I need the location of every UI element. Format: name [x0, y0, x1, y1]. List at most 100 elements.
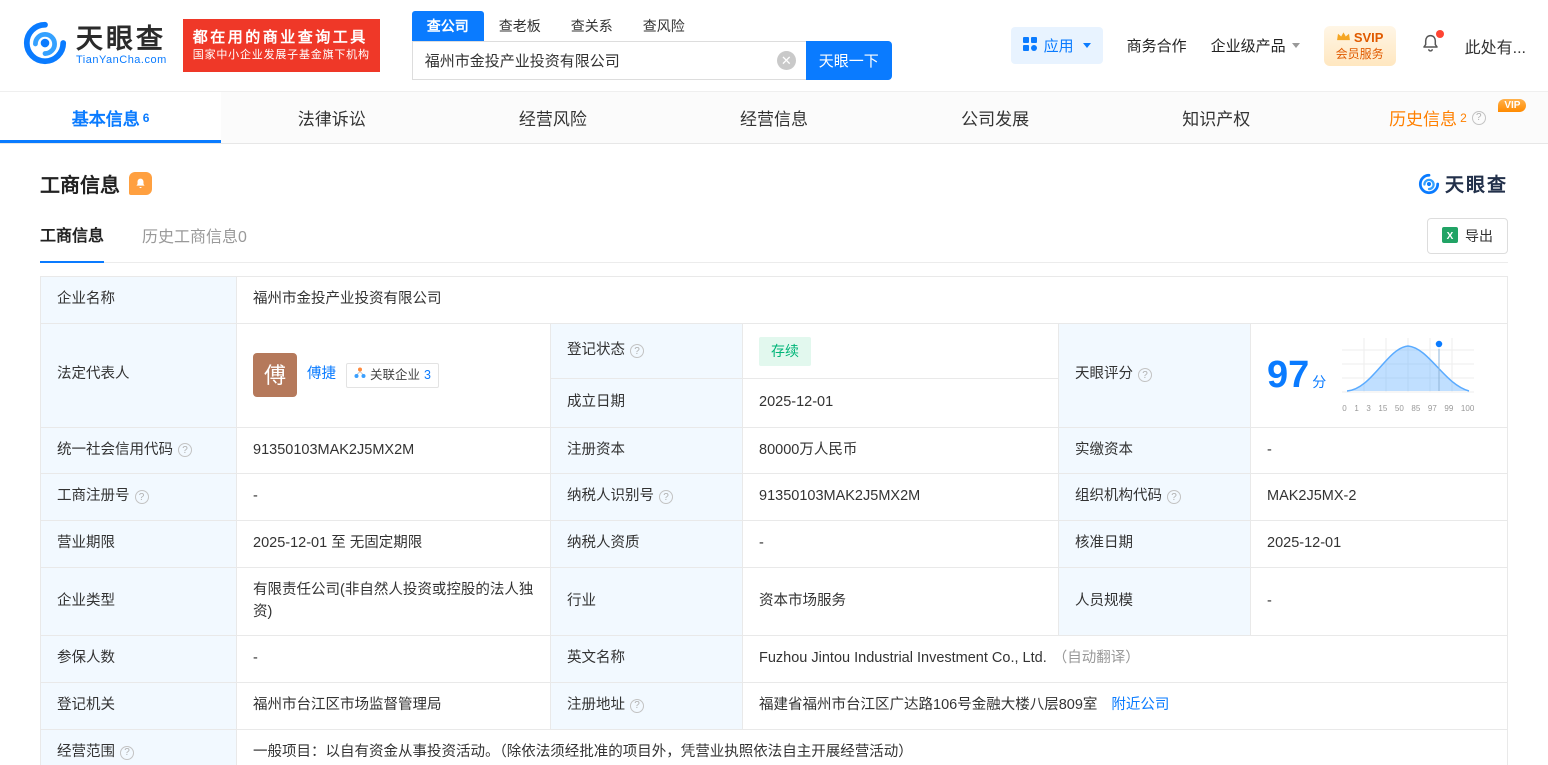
search-area: 查公司 查老板 查关系 查风险 ✕ 天眼一下	[411, 11, 892, 80]
score-label: 天眼评分 ?	[1058, 322, 1251, 428]
reg-capital-value: 80000万人民币	[742, 426, 1059, 475]
table-row: 经营范围 ? 一般项目：以自有资金从事投资活动。（除依法须经批准的项目外，凭营业…	[40, 728, 1508, 765]
approval-date-label: 核准日期	[1058, 520, 1251, 568]
search-tab-risk[interactable]: 查风险	[628, 11, 700, 41]
legal-rep-name-link[interactable]: 傅捷	[307, 364, 336, 386]
reg-number-value: -	[236, 473, 551, 521]
chevron-down-icon	[1291, 43, 1300, 48]
tianyancha-watermark-icon	[1418, 173, 1440, 194]
search-tab-relation[interactable]: 查关系	[556, 11, 628, 41]
tab-operation-info[interactable]: 经营信息	[663, 92, 884, 143]
info-icon[interactable]: ?	[178, 443, 192, 458]
notification-dot	[1435, 29, 1444, 38]
english-name-label: 英文名称	[550, 635, 743, 683]
excel-icon: X	[1442, 226, 1458, 246]
reg-authority-label: 登记机关	[40, 682, 237, 730]
export-button[interactable]: X 导出	[1427, 218, 1508, 254]
tab-history-info[interactable]: VIP 历史信息 2 ?	[1327, 92, 1548, 143]
business-term-value: 2025-12-01 至 无固定期限	[236, 520, 551, 568]
org-network-icon	[354, 366, 366, 385]
insured-label: 参保人数	[40, 635, 237, 683]
credit-code-label: 统一社会信用代码 ?	[40, 426, 237, 475]
table-row: 企业类型 有限责任公司(非自然人投资或控股的法人独资) 行业 资本市场服务 人员…	[40, 566, 1508, 637]
nearby-companies-link[interactable]: 附近公司	[1111, 697, 1169, 713]
tab-operation-risk[interactable]: 经营风险	[442, 92, 663, 143]
enterprise-products-label: 企业级产品	[1210, 38, 1286, 55]
info-icon[interactable]: ?	[120, 745, 134, 760]
address-label: 注册地址 ?	[550, 682, 743, 730]
tianyancha-watermark: 天眼查	[1418, 170, 1508, 197]
monitor-bell-icon[interactable]	[129, 172, 152, 195]
subtab-business-info[interactable]: 工商信息	[40, 222, 105, 263]
industry-value: 资本市场服务	[742, 566, 1059, 637]
company-type-value: 有限责任公司(非自然人投资或控股的法人独资)	[236, 566, 551, 637]
table-row: 工商注册号 ? - 纳税人识别号 ? 91350103MAK2J5MX2M 组织…	[40, 473, 1508, 521]
info-icon[interactable]: ?	[659, 490, 673, 505]
tab-legal-proceedings[interactable]: 法律诉讼	[221, 92, 442, 143]
company-name-value: 福州市金投产业投资有限公司	[236, 276, 1508, 324]
score-chart-xticks: 01 3 15 50 85 97 99 100	[1342, 403, 1475, 413]
status-badge: 存续	[759, 336, 811, 366]
staff-size-value: -	[1250, 566, 1508, 637]
search-input[interactable]	[411, 41, 806, 80]
apps-button[interactable]: 应用	[1010, 27, 1103, 64]
info-icon[interactable]: ?	[1167, 490, 1181, 505]
tab-intellectual-property-label: 知识产权	[1182, 110, 1251, 129]
search-tab-company[interactable]: 查公司	[411, 11, 484, 41]
related-companies-count: 3	[424, 367, 431, 382]
score-distribution-chart: 01 3 15 50 85 97 99 100	[1342, 336, 1475, 415]
legal-rep-avatar[interactable]: 傅	[253, 353, 297, 398]
insured-value: -	[236, 635, 551, 683]
svip-membership-button[interactable]: SVIP 会员服务	[1323, 25, 1396, 66]
promo-banner: 都在用的商业查询工具 国家中小企业发展子基金旗下机构	[182, 18, 380, 73]
vip-badge: VIP	[1498, 99, 1527, 112]
notification-bell-icon[interactable]	[1420, 29, 1444, 59]
export-label: 导出	[1465, 228, 1493, 244]
user-menu[interactable]: 此处有...	[1465, 34, 1526, 58]
auto-translate-note: （自动翻译）	[1052, 650, 1140, 667]
logo-text-en: TianYanCha.com	[76, 54, 167, 67]
tianyancha-logo[interactable]: 天眼查 TianYanCha.com	[22, 20, 167, 71]
table-row: 统一社会信用代码 ? 91350103MAK2J5MX2M 注册资本 80000…	[40, 426, 1508, 475]
search-tab-boss[interactable]: 查老板	[484, 11, 556, 41]
search-button[interactable]: 天眼一下	[805, 41, 892, 80]
subtab-history-business-info[interactable]: 历史工商信息0	[142, 223, 247, 262]
promo-banner-line1: 都在用的商业查询工具	[192, 28, 368, 46]
info-icon[interactable]: ?	[630, 698, 644, 713]
table-row: 法定代表人 傅 傅捷 关联企业 3 登记状态 ? 存续 天眼评分 ? 97 分 …	[40, 322, 1508, 428]
main-content: 工商信息 天眼查 工商信息 历史工商信息0 X 导出 企业名称 福州市金投产业投…	[0, 169, 1548, 765]
score-unit: 分	[1312, 373, 1327, 390]
info-icon[interactable]: ?	[630, 344, 644, 359]
score-value: 97	[1267, 353, 1310, 396]
org-code-label: 组织机构代码 ?	[1058, 473, 1251, 521]
company-type-label: 企业类型	[40, 566, 237, 637]
tianyancha-logo-icon	[22, 20, 68, 71]
help-icon[interactable]: ?	[1471, 110, 1486, 125]
clear-search-icon[interactable]: ✕	[776, 51, 796, 70]
tab-history-info-label: 历史信息	[1389, 110, 1458, 129]
credit-code-value: 91350103MAK2J5MX2M	[236, 426, 551, 475]
info-icon[interactable]: ?	[1138, 368, 1152, 383]
tab-basic-info[interactable]: 基本信息 6	[0, 92, 222, 143]
info-icon[interactable]: ?	[134, 490, 149, 505]
section-header: 工商信息 天眼查	[40, 169, 1508, 198]
paid-capital-value: -	[1250, 426, 1508, 475]
table-row: 登记机关 福州市台江区市场监督管理局 注册地址 ? 福建省福州市台江区广达路10…	[40, 682, 1508, 730]
header-right: 应用 商务合作 企业级产品 SVIP 会员服务 此处有...	[1010, 25, 1526, 66]
enterprise-products-link[interactable]: 企业级产品	[1211, 35, 1300, 56]
promo-banner-line2: 国家中小企业发展子基金旗下机构	[192, 49, 370, 62]
reg-capital-label: 注册资本	[550, 426, 743, 475]
business-scope-label: 经营范围 ?	[40, 728, 237, 765]
tab-intellectual-property[interactable]: 知识产权	[1106, 92, 1327, 143]
related-companies-tag[interactable]: 关联企业 3	[346, 362, 439, 388]
paid-capital-label: 实缴资本	[1058, 426, 1251, 475]
taxpayer-qual-label: 纳税人资质	[550, 520, 743, 568]
tab-history-info-count: 2	[1460, 110, 1467, 125]
business-info-table: 企业名称 福州市金投产业投资有限公司 法定代表人 傅 傅捷 关联企业 3 登记状…	[40, 276, 1508, 765]
reg-authority-value: 福州市台江区市场监督管理局	[236, 682, 551, 730]
approval-date-value: 2025-12-01	[1250, 520, 1508, 568]
establish-date-label: 成立日期	[550, 378, 743, 428]
address-value: 福建省福州市台江区广达路106号金融大楼八层809室 附近公司	[742, 682, 1508, 730]
business-cooperation-link[interactable]: 商务合作	[1127, 35, 1187, 56]
tab-company-development[interactable]: 公司发展	[885, 92, 1106, 143]
